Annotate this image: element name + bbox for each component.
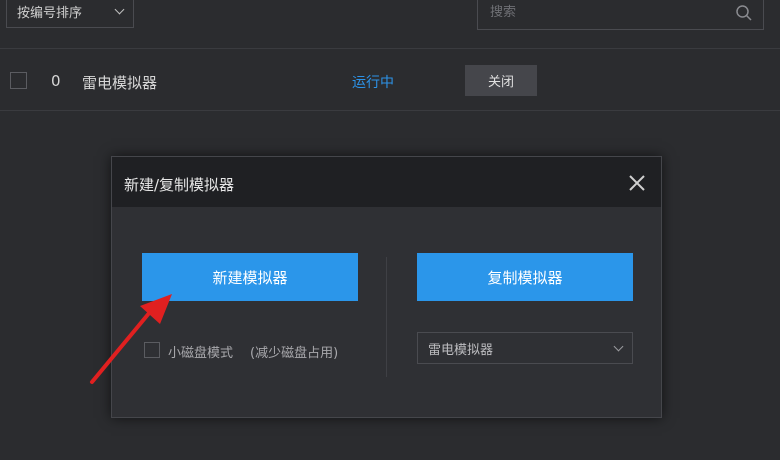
row-checkbox[interactable] bbox=[10, 72, 27, 89]
close-emulator-button[interactable]: 关闭 bbox=[465, 65, 537, 96]
small-disk-label: 小磁盘模式 bbox=[168, 346, 234, 361]
table-row: 0 雷电模拟器 运行中 关闭 bbox=[0, 52, 780, 111]
search-box[interactable] bbox=[477, 0, 764, 30]
new-emulator-button[interactable]: 新建模拟器 bbox=[142, 253, 358, 301]
new-copy-dialog: 新建/复制模拟器 新建模拟器 复制模拟器 小磁盘模式 (减少磁盘占用) 雷电模拟… bbox=[111, 156, 662, 418]
dialog-divider bbox=[386, 257, 387, 377]
sort-dropdown-label: 按编号排序 bbox=[17, 6, 83, 21]
copy-source-label: 雷电模拟器 bbox=[428, 342, 494, 358]
dialog-header: 新建/复制模拟器 bbox=[112, 157, 661, 207]
row-status: 运行中 bbox=[352, 75, 394, 91]
chevron-down-icon bbox=[114, 4, 125, 15]
small-disk-hint: (减少磁盘占用) bbox=[250, 346, 339, 361]
search-input[interactable] bbox=[488, 4, 735, 21]
copy-source-dropdown[interactable]: 雷电模拟器 bbox=[417, 332, 633, 364]
copy-emulator-button[interactable]: 复制模拟器 bbox=[417, 253, 633, 301]
chevron-down-icon bbox=[613, 341, 624, 351]
row-index: 0 bbox=[51, 72, 61, 90]
sort-dropdown[interactable]: 按编号排序 bbox=[6, 0, 134, 28]
search-icon[interactable] bbox=[735, 4, 753, 22]
top-toolbar: 按编号排序 bbox=[0, 0, 780, 49]
dialog-title: 新建/复制模拟器 bbox=[124, 176, 235, 194]
close-icon[interactable] bbox=[627, 173, 647, 193]
small-disk-checkbox[interactable] bbox=[144, 342, 160, 358]
row-emulator-name: 雷电模拟器 bbox=[82, 74, 158, 92]
